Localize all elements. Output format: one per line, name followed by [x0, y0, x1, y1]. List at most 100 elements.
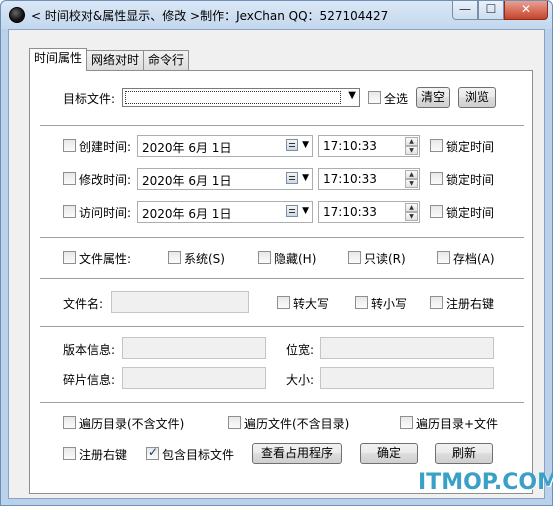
select-all-checkbox[interactable] — [368, 91, 381, 104]
size-label: 大小: — [286, 373, 315, 387]
caption-buttons: — ☐ ✕ — [452, 1, 548, 21]
create-time-label: 创建时间: — [79, 140, 132, 154]
access-time-value: 17:10:33 — [323, 205, 377, 219]
uppercase-checkbox[interactable] — [277, 296, 290, 309]
readonly-attr-label: 只读(R) — [364, 252, 406, 266]
spin-up-icon[interactable]: ▲ — [405, 203, 418, 212]
modify-date-value: 2020年 6月 1日 — [142, 174, 232, 188]
tab-network-time[interactable]: 网络对时 — [86, 50, 145, 70]
create-time-checkbox[interactable] — [63, 139, 76, 152]
divider — [40, 326, 524, 327]
traverse-both-checkbox[interactable] — [400, 416, 413, 429]
traverse-files-checkbox[interactable] — [228, 416, 241, 429]
access-time-spinner[interactable]: ▲ ▼ — [405, 203, 418, 221]
modify-time-label: 修改时间: — [79, 173, 132, 187]
tab-command-line[interactable]: 命令行 — [143, 50, 190, 70]
chevron-down-icon: ▼ — [302, 173, 309, 183]
access-date-picker[interactable]: 2020年 6月 1日 ▼ — [137, 201, 313, 223]
readonly-attr-checkbox[interactable] — [348, 251, 361, 264]
traverse-dirs-label: 遍历目录(不含文件) — [79, 417, 185, 431]
maximize-button[interactable]: ☐ — [478, 1, 504, 20]
calendar-icon[interactable] — [286, 205, 298, 217]
modify-lock-checkbox[interactable] — [430, 172, 443, 185]
version-info-label: 版本信息: — [63, 343, 116, 357]
browse-button[interactable]: 浏览 — [458, 87, 496, 108]
title-bar[interactable]: < 时间校对&属性显示、修改 >制作：JexChan QQ：527104427 … — [1, 1, 552, 29]
view-process-button[interactable]: 查看占用程序 — [252, 443, 342, 464]
size-field — [320, 367, 494, 389]
tab-time-attributes[interactable]: 时间属性 — [29, 48, 88, 71]
divider — [40, 278, 524, 279]
access-time-input[interactable]: 17:10:33 ▲ ▼ — [318, 201, 420, 223]
include-target-label: 包含目标文件 — [162, 448, 235, 462]
modify-time-input[interactable]: 17:10:33 ▲ ▼ — [318, 168, 420, 190]
tab-panel-time-attributes: 目标文件: ▼ 全选 清空 浏览 创建时间: 2020年 6月 1日 ▼ 17:… — [29, 70, 533, 494]
spin-down-icon[interactable]: ▼ — [405, 212, 418, 221]
file-attributes-label: 文件属性: — [79, 252, 132, 266]
calendar-icon[interactable] — [286, 172, 298, 184]
modify-date-picker[interactable]: 2020年 6月 1日 ▼ — [137, 168, 313, 190]
calendar-icon[interactable] — [286, 139, 298, 151]
window-title: < 时间校对&属性显示、修改 >制作：JexChan QQ：527104427 — [31, 9, 389, 23]
tab-strip: 时间属性 网络对时 命令行 — [29, 48, 190, 71]
access-lock-checkbox[interactable] — [430, 205, 443, 218]
minimize-button[interactable]: — — [452, 1, 478, 20]
version-info-field — [122, 337, 266, 359]
modify-time-value: 17:10:33 — [323, 172, 377, 186]
hidden-attr-label: 隐藏(H) — [274, 252, 317, 266]
create-date-picker[interactable]: 2020年 6月 1日 ▼ — [137, 135, 313, 157]
create-time-spinner[interactable]: ▲ ▼ — [405, 137, 418, 155]
archive-attr-checkbox[interactable] — [437, 251, 450, 264]
select-all-label: 全选 — [384, 92, 409, 106]
close-icon: ✕ — [520, 2, 532, 16]
target-file-value — [125, 91, 341, 104]
divider — [40, 125, 524, 126]
include-target-checkbox[interactable] — [146, 445, 159, 460]
system-attr-checkbox[interactable] — [168, 251, 181, 264]
app-icon — [9, 7, 25, 23]
archive-attr-label: 存档(A) — [453, 252, 495, 266]
modify-time-spinner[interactable]: ▲ ▼ — [405, 170, 418, 188]
traverse-dirs-checkbox[interactable] — [63, 416, 76, 429]
lowercase-label: 转小写 — [371, 297, 408, 311]
create-time-value: 17:10:33 — [323, 139, 377, 153]
clear-button[interactable]: 清空 — [416, 87, 450, 108]
bitness-label: 位宽: — [286, 343, 315, 357]
fragment-info-field — [122, 367, 266, 389]
register-context-checkbox[interactable] — [63, 447, 76, 460]
minimize-icon: — — [459, 2, 471, 16]
ok-button[interactable]: 确定 — [360, 443, 418, 464]
traverse-both-label: 遍历目录+文件 — [416, 417, 499, 431]
divider — [40, 402, 524, 403]
watermark-logo: ITMOP.COM — [418, 470, 553, 495]
filename-input[interactable] — [111, 291, 249, 313]
spin-down-icon[interactable]: ▼ — [405, 179, 418, 188]
close-button[interactable]: ✕ — [504, 1, 548, 20]
chevron-down-icon: ▼ — [302, 206, 309, 216]
modify-time-checkbox[interactable] — [63, 172, 76, 185]
modify-lock-label: 锁定时间 — [446, 173, 495, 187]
client-area: 时间属性 网络对时 命令行 目标文件: ▼ 全选 清空 浏览 创建时间: 202… — [8, 29, 545, 499]
chevron-down-icon: ▼ — [348, 90, 356, 101]
spin-down-icon[interactable]: ▼ — [405, 146, 418, 155]
create-date-value: 2020年 6月 1日 — [142, 141, 232, 155]
file-attributes-checkbox[interactable] — [63, 251, 76, 264]
filename-label: 文件名: — [63, 297, 104, 311]
create-lock-checkbox[interactable] — [430, 139, 443, 152]
access-time-checkbox[interactable] — [63, 205, 76, 218]
bitness-field — [320, 337, 494, 359]
access-time-label: 访问时间: — [79, 206, 132, 220]
register-context-label: 注册右键 — [79, 448, 128, 462]
hidden-attr-checkbox[interactable] — [258, 251, 271, 264]
refresh-button[interactable]: 刷新 — [435, 443, 493, 464]
divider — [40, 237, 524, 238]
access-lock-label: 锁定时间 — [446, 206, 495, 220]
lowercase-checkbox[interactable] — [355, 296, 368, 309]
target-file-combo[interactable]: ▼ — [122, 88, 360, 107]
spin-up-icon[interactable]: ▲ — [405, 170, 418, 179]
spin-up-icon[interactable]: ▲ — [405, 137, 418, 146]
traverse-files-label: 遍历文件(不含目录) — [244, 417, 350, 431]
chevron-down-icon: ▼ — [302, 140, 309, 150]
register-context-checkbox-top[interactable] — [430, 296, 443, 309]
create-time-input[interactable]: 17:10:33 ▲ ▼ — [318, 135, 420, 157]
